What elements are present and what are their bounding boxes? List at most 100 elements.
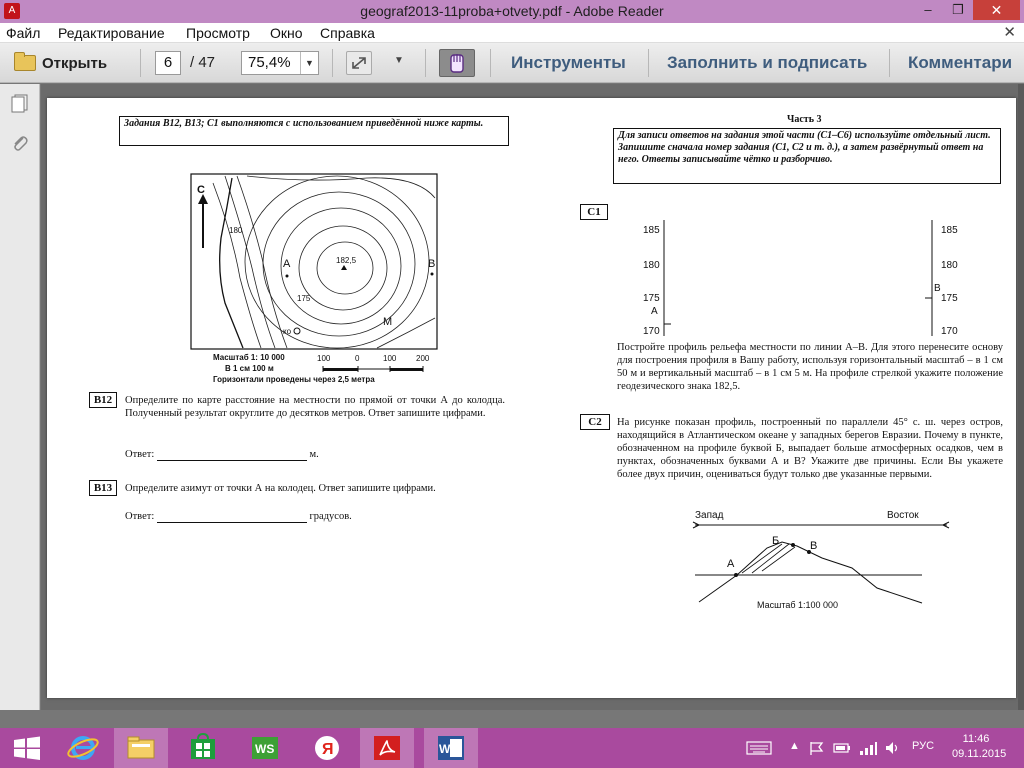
direction-east: Восток	[887, 510, 919, 521]
menu-view[interactable]: Просмотр	[186, 25, 250, 41]
task-b13-answer: Ответ: градусов.	[125, 510, 505, 523]
chevron-down-icon[interactable]: ▼	[300, 52, 318, 74]
page-thumbnails-icon[interactable]	[11, 94, 28, 113]
store-icon	[191, 732, 215, 759]
fill-sign-button[interactable]: Заполнить и подписать	[667, 53, 867, 73]
profile-point-v: В	[810, 540, 818, 552]
vertical-scrollbar[interactable]	[1018, 84, 1024, 710]
page-number-input[interactable]: 6	[155, 51, 181, 75]
maximize-button[interactable]: ❐	[944, 0, 972, 20]
battery-icon[interactable]	[832, 740, 852, 756]
zoom-select[interactable]: 75,4% ▼	[241, 51, 319, 75]
axis-tick-left: 175	[643, 293, 660, 304]
direction-west: Запад	[695, 510, 724, 521]
language-indicator[interactable]: РУС	[912, 740, 934, 752]
profile-point-a: А	[651, 306, 658, 317]
folder-icon	[127, 736, 155, 759]
document-view[interactable]: Задания В12, В13; С1 выполняются с испол…	[41, 84, 1024, 710]
svg-text:WS: WS	[255, 742, 274, 756]
yandex-browser-taskbar[interactable]: Я	[300, 728, 354, 768]
adobe-reader-taskbar[interactable]	[360, 728, 414, 768]
map-peak-height: 182,5	[336, 256, 357, 265]
answer-label: Ответ:	[125, 511, 155, 522]
spreadsheet-taskbar[interactable]: WS	[238, 728, 292, 768]
taskbar: WS Я W ▲ РУС 11:46 09.11.2015	[0, 728, 1024, 768]
map-contour-175: 175	[297, 294, 311, 303]
toolbar-divider	[332, 49, 333, 77]
navigation-pane	[0, 84, 40, 710]
title-bar: A geograf2013-11proba+otvety.pdf - Adobe…	[0, 0, 1024, 23]
task-c2-tag: С2	[580, 414, 610, 430]
profile-scale: Масштаб 1:100 000	[757, 600, 839, 610]
map-scale-ratio: Масштаб 1: 10 000	[213, 353, 285, 362]
svg-text:W: W	[439, 742, 451, 756]
task-c1-tag: С1	[580, 204, 608, 220]
tools-button[interactable]: Инструменты	[511, 53, 626, 73]
profile-point-b: Б	[772, 535, 780, 547]
task-c2-text: На рисунке показан профиль, построенный …	[617, 417, 1003, 480]
toolbar-divider	[648, 49, 649, 77]
task-b12-text: Определите по карте расстояние на местно…	[125, 395, 505, 419]
full-screen-button[interactable]	[346, 51, 372, 75]
axis-tick-left: 180	[643, 260, 660, 271]
close-document-button[interactable]: ✕	[1003, 23, 1016, 41]
chevron-down-icon[interactable]: ▼	[394, 55, 404, 66]
task-b12-answer: Ответ: м.	[125, 448, 505, 461]
keyboard-icon[interactable]	[746, 740, 772, 756]
comments-button[interactable]: Комментари	[908, 53, 1012, 73]
internet-explorer-icon	[67, 736, 99, 760]
windows-logo-icon	[14, 736, 40, 760]
profile-point-b: В	[934, 283, 941, 294]
task-b13-text: Определите азимут от точки А на колодец.…	[125, 483, 436, 494]
minimize-button[interactable]: –	[914, 0, 942, 20]
answer-unit: м.	[309, 449, 319, 460]
adobe-reader-icon	[374, 736, 400, 760]
toolbar: Открыть 6 / 47 75,4% ▼ ▼ Инструменты Зап…	[0, 43, 1024, 83]
start-button[interactable]	[0, 728, 54, 768]
clock[interactable]: 11:46 09.11.2015	[952, 732, 1006, 762]
task-b12-tag: В12	[89, 392, 117, 408]
network-icon[interactable]	[858, 740, 878, 756]
word-icon: W	[438, 736, 464, 760]
map-point-m: М	[383, 316, 393, 328]
hand-tool-button[interactable]	[439, 49, 475, 77]
show-hidden-icons[interactable]: ▲	[789, 740, 800, 752]
volume-icon[interactable]	[884, 740, 902, 756]
word-taskbar[interactable]: W	[424, 728, 478, 768]
axis-tick-right: 180	[941, 260, 958, 271]
profile-point-a: А	[727, 558, 735, 570]
menu-window[interactable]: Окно	[270, 25, 303, 41]
map-scale-cm: В 1 см 100 м	[225, 364, 274, 373]
internet-explorer-taskbar[interactable]	[56, 728, 110, 768]
map-contour-interval: Горизонтали проведены через 2,5 метра	[213, 375, 375, 384]
open-label: Открыть	[42, 54, 108, 72]
map-point-b: В	[428, 258, 436, 270]
attachments-icon[interactable]	[10, 134, 30, 154]
spreadsheet-app-icon: WS	[252, 737, 278, 759]
page-total: / 47	[190, 54, 216, 71]
window-title: geograf2013-11proba+otvety.pdf - Adobe R…	[360, 3, 664, 19]
map-point-a: А	[283, 258, 291, 270]
menu-file[interactable]: Файл	[6, 25, 40, 41]
open-button[interactable]: Открыть	[14, 51, 107, 75]
scale-tick: 100	[317, 354, 331, 363]
menu-help[interactable]: Справка	[320, 25, 375, 41]
clock-time: 11:46	[962, 733, 990, 745]
axis-tick-left: 185	[643, 225, 660, 236]
scale-tick: 200	[416, 354, 430, 363]
zoom-value: 75,4%	[248, 54, 291, 71]
toolbar-divider	[425, 49, 426, 77]
file-explorer-taskbar[interactable]	[114, 728, 168, 768]
task-b13-tag: В13	[89, 480, 117, 496]
flag-icon[interactable]	[808, 740, 826, 756]
answer-field	[156, 522, 307, 523]
hand-icon	[450, 54, 464, 73]
axis-tick-left: 170	[643, 326, 660, 337]
menu-edit[interactable]: Редактирование	[58, 25, 165, 41]
close-button[interactable]: ✕	[973, 0, 1020, 20]
menu-bar: Файл Редактирование Просмотр Окно Справк…	[0, 23, 1024, 43]
part-note: Для записи ответов на задания этой части…	[613, 128, 1001, 184]
axis-tick-right: 170	[941, 326, 958, 337]
store-taskbar[interactable]	[176, 728, 230, 768]
answer-field	[156, 460, 307, 461]
